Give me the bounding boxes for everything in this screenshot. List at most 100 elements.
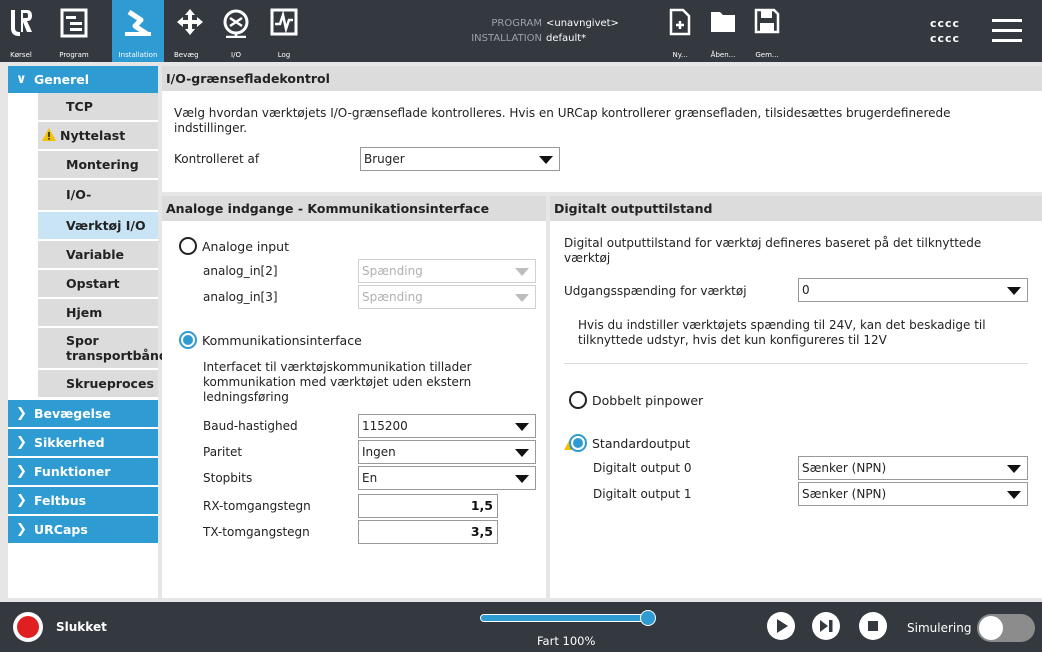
analog-comm-panel: Analoge indgange - Kommunikationsinterfa… [162, 196, 546, 598]
standard-output-radio[interactable] [569, 434, 587, 452]
nav-section-safety[interactable]: ❯ Sikkerhed [8, 429, 158, 456]
analog-in-2-dropdown[interactable]: Spænding [358, 259, 536, 283]
chevron-down-icon [1007, 287, 1021, 295]
power-button[interactable] [13, 612, 43, 642]
speed-slider-handle[interactable] [640, 610, 656, 626]
analog-in-2-value: Spænding [362, 264, 423, 278]
chevron-down-icon: ∨ [16, 72, 27, 87]
nav-item-variables[interactable]: Variable [38, 241, 158, 268]
baud-rate-value: 115200 [362, 419, 408, 433]
nav-section-urcaps[interactable]: ❯ URCaps [8, 516, 158, 543]
nav-item-screwdriving[interactable]: Skrueproces [38, 370, 158, 397]
new-button[interactable]: Ny... [660, 0, 700, 62]
tab-run[interactable]: Kørsel [0, 0, 42, 62]
speed-label: Fart 100% [537, 634, 596, 648]
simulation-label: Simulering [907, 621, 972, 635]
tool-log[interactable]: Log [262, 0, 306, 62]
tx-idle-input[interactable]: 3,5 [358, 520, 498, 544]
digital-output-1-value: Sænker (NPN) [802, 487, 887, 501]
tab-program[interactable]: Program [46, 0, 102, 62]
nav-item-label: Nyttelast [60, 128, 126, 143]
stop-icon [868, 621, 878, 631]
chevron-down-icon [515, 475, 529, 483]
installation-name: default* [546, 33, 587, 44]
nav-section-fieldbus[interactable]: ❯ Feltbus [8, 487, 158, 514]
stop-button[interactable] [859, 612, 887, 640]
baud-rate-dropdown[interactable]: 115200 [358, 414, 536, 438]
digital-output-1-dropdown[interactable]: Sænker (NPN) [798, 482, 1028, 506]
installation-key: INSTALLATION [471, 33, 542, 44]
robot-id-line-1: cccc [930, 17, 961, 30]
open-button[interactable]: Åben... [702, 0, 744, 62]
controlled-by-value: Bruger [364, 152, 405, 166]
play-button[interactable] [767, 612, 795, 640]
tool-io[interactable]: I/O [214, 0, 258, 62]
nav-item-mounting[interactable]: Montering [38, 151, 158, 178]
analog-in-3-value: Spænding [362, 290, 423, 304]
voltage-warning: Hvis du indstiller værktøjets spænding t… [578, 318, 986, 347]
rx-idle-input[interactable]: 1,5 [358, 494, 498, 518]
nav-section-features[interactable]: ❯ Funktioner [8, 458, 158, 485]
analog-in-2-label: analog_in[2] [203, 264, 278, 278]
parity-dropdown[interactable]: Ingen [358, 440, 536, 464]
chevron-down-icon [539, 156, 553, 164]
controlled-by-dropdown[interactable]: Bruger [360, 147, 560, 171]
ur-logo-icon [11, 10, 32, 36]
nav-item-label: Skrueproces [66, 376, 154, 391]
comm-interface-radio[interactable] [179, 331, 197, 349]
analog-input-radio[interactable] [179, 237, 197, 255]
analog-in-3-dropdown[interactable]: Spænding [358, 285, 536, 309]
io-control-panel: I/O-grænsefladekontrol Vælg hvordan værk… [162, 66, 1042, 192]
tool-voltage-dropdown[interactable]: 0 [798, 278, 1028, 302]
step-button[interactable] [812, 612, 840, 640]
digital-output-0-label: Digitalt output 0 [593, 461, 692, 475]
simulation-toggle[interactable] [977, 614, 1035, 642]
stopbits-value: En [362, 471, 378, 485]
tab-installation-label: Installation [118, 51, 158, 59]
nav-item-tcp[interactable]: TCP [38, 93, 158, 120]
nav-item-payload[interactable]: Nyttelast [38, 122, 158, 149]
io-control-title: I/O-grænsefladekontrol [162, 66, 1042, 91]
program-info: PROGRAM <unavngivet> INSTALLATION default* [460, 16, 619, 46]
bottom-bar: Slukket Fart 100% Simulering [0, 602, 1042, 652]
nav-item-label: Montering [66, 157, 139, 172]
nav-section-generel[interactable]: ∨ Generel [8, 66, 158, 93]
nav-item-startup[interactable]: Opstart [38, 270, 158, 297]
speed-slider[interactable] [480, 614, 648, 622]
nav-item-io-setup[interactable]: I/O-opsætning [38, 180, 158, 232]
nav-section-move[interactable]: ❯ Bevægelse [8, 400, 158, 427]
save-button[interactable]: Gem... [746, 0, 788, 62]
tab-program-label: Program [59, 51, 89, 59]
speed-slider-fill [481, 615, 647, 621]
digital-output-0-dropdown[interactable]: Sænker (NPN) [798, 456, 1028, 480]
tab-installation[interactable]: Installation [112, 0, 164, 62]
nav-item-conveyor-tracking[interactable]: Spor transportbånd [38, 328, 168, 368]
nav-section-label: Sikkerhed [34, 435, 105, 450]
chevron-right-icon: ❯ [16, 522, 27, 537]
tool-move[interactable]: Bevæg [168, 0, 212, 62]
chevron-down-icon [515, 423, 529, 431]
dual-pin-power-radio[interactable] [569, 391, 587, 409]
robot-id-line-2: cccc [930, 32, 961, 45]
tool-log-label: Log [277, 51, 291, 59]
nav-item-label: Spor transportbånd [66, 333, 168, 363]
stopbits-dropdown[interactable]: En [358, 466, 536, 490]
nav-item-home[interactable]: Hjem [38, 299, 158, 326]
digital-output-1-label: Digitalt output 1 [593, 487, 692, 501]
parity-value: Ingen [362, 445, 396, 459]
nav-item-label: Variable [66, 247, 125, 262]
chevron-down-icon [1007, 491, 1021, 499]
menu-hamburger-icon[interactable] [988, 16, 1026, 46]
nav-section-label: Funktioner [34, 464, 111, 479]
left-nav: ∨ Generel TCP Nyttelast Montering I/O-op… [8, 66, 168, 598]
installation-icon [125, 9, 151, 37]
standard-output-label: Standardoutput [592, 436, 691, 451]
tool-voltage-value: 0 [802, 283, 810, 297]
baud-rate-label: Baud-hastighed [203, 419, 298, 433]
divider [564, 363, 1028, 364]
nav-item-tool-io[interactable]: Værktøj I/O [38, 212, 158, 239]
save-button-label: Gem... [755, 51, 779, 59]
tab-run-label: Kørsel [10, 51, 32, 59]
analog-in-3-label: analog_in[3] [203, 290, 278, 304]
top-bar: Kørsel Program Installation Bevæg I/O Lo… [0, 0, 1042, 62]
